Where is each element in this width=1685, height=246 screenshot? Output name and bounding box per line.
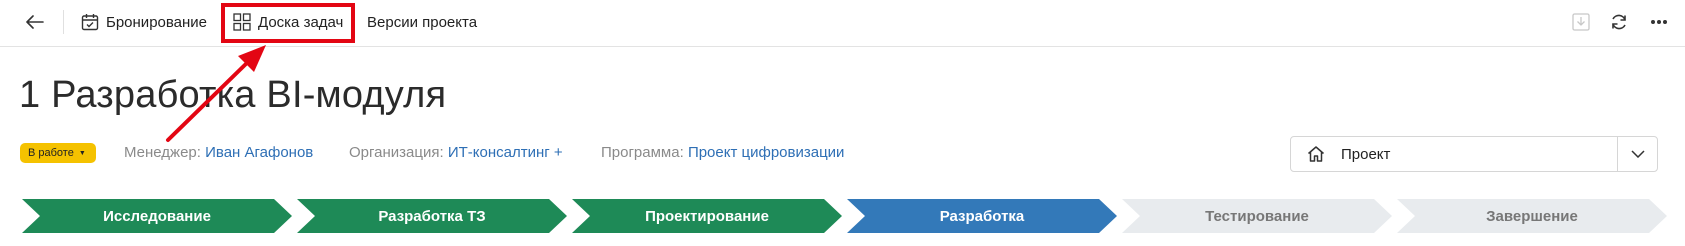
home-icon <box>1305 143 1327 165</box>
calendar-check-icon <box>80 12 100 32</box>
top-toolbar: Бронирование Доска задач Версии проекта <box>0 0 1685 47</box>
booking-label: Бронирование <box>106 13 208 31</box>
download-icon <box>1572 13 1590 31</box>
status-badge[interactable]: В работе ▼ <box>20 143 96 163</box>
caret-down-icon: ▼ <box>78 149 86 157</box>
stage-testing[interactable]: Тестирование <box>1122 199 1392 233</box>
organization-label: Организация: <box>349 144 444 161</box>
highlight-box <box>221 3 355 43</box>
stage-research[interactable]: Исследование <box>22 199 292 233</box>
refresh-icon <box>1612 14 1626 30</box>
stage-label: Разработка ТЗ <box>378 207 486 225</box>
chevron-down-icon <box>1630 150 1645 158</box>
download-button[interactable] <box>1570 11 1592 33</box>
type-select-toggle[interactable] <box>1617 137 1657 171</box>
stage-label: Тестирование <box>1205 207 1309 225</box>
stage-label: Исследование <box>103 207 211 225</box>
stage-completion[interactable]: Завершение <box>1397 199 1667 233</box>
refresh-button[interactable] <box>1608 11 1630 33</box>
stage-label: Разработка <box>939 207 1025 225</box>
program-label: Программа: <box>601 144 684 161</box>
stage-label: Завершение <box>1486 207 1578 225</box>
program-link[interactable]: Проект цифровизации <box>688 144 845 161</box>
status-label: В работе <box>28 147 74 159</box>
stage-design[interactable]: Проектирование <box>572 199 842 233</box>
stage-label: Проектирование <box>645 207 769 225</box>
back-button[interactable] <box>22 10 48 34</box>
manager-label: Менеджер: <box>124 144 201 161</box>
booking-button[interactable]: Бронирование <box>80 0 207 44</box>
organization-field: Организация: ИТ-консалтинг + <box>349 144 563 161</box>
more-button[interactable] <box>1648 11 1670 33</box>
page-title: 1 Разработка BI-модуля <box>19 74 447 116</box>
type-select-value: Проект <box>1341 145 1391 163</box>
stage-spec[interactable]: Разработка ТЗ <box>297 199 567 233</box>
stage-development[interactable]: Разработка <box>847 199 1117 233</box>
toolbar-divider <box>63 10 64 34</box>
more-icon <box>1651 20 1667 24</box>
manager-link[interactable]: Иван Агафонов <box>205 144 313 161</box>
stage-bar: Исследование Разработка ТЗ Проектировани… <box>22 199 1672 233</box>
organization-link[interactable]: ИТ-консалтинг + <box>448 144 563 161</box>
manager-field: Менеджер: Иван Агафонов <box>124 144 313 161</box>
project-versions-label: Версии проекта <box>367 13 478 31</box>
type-select[interactable]: Проект <box>1290 136 1658 172</box>
program-field: Программа: Проект цифровизации <box>601 144 844 161</box>
arrow-left-icon <box>26 15 44 29</box>
project-versions-button[interactable]: Версии проекта <box>367 0 477 44</box>
